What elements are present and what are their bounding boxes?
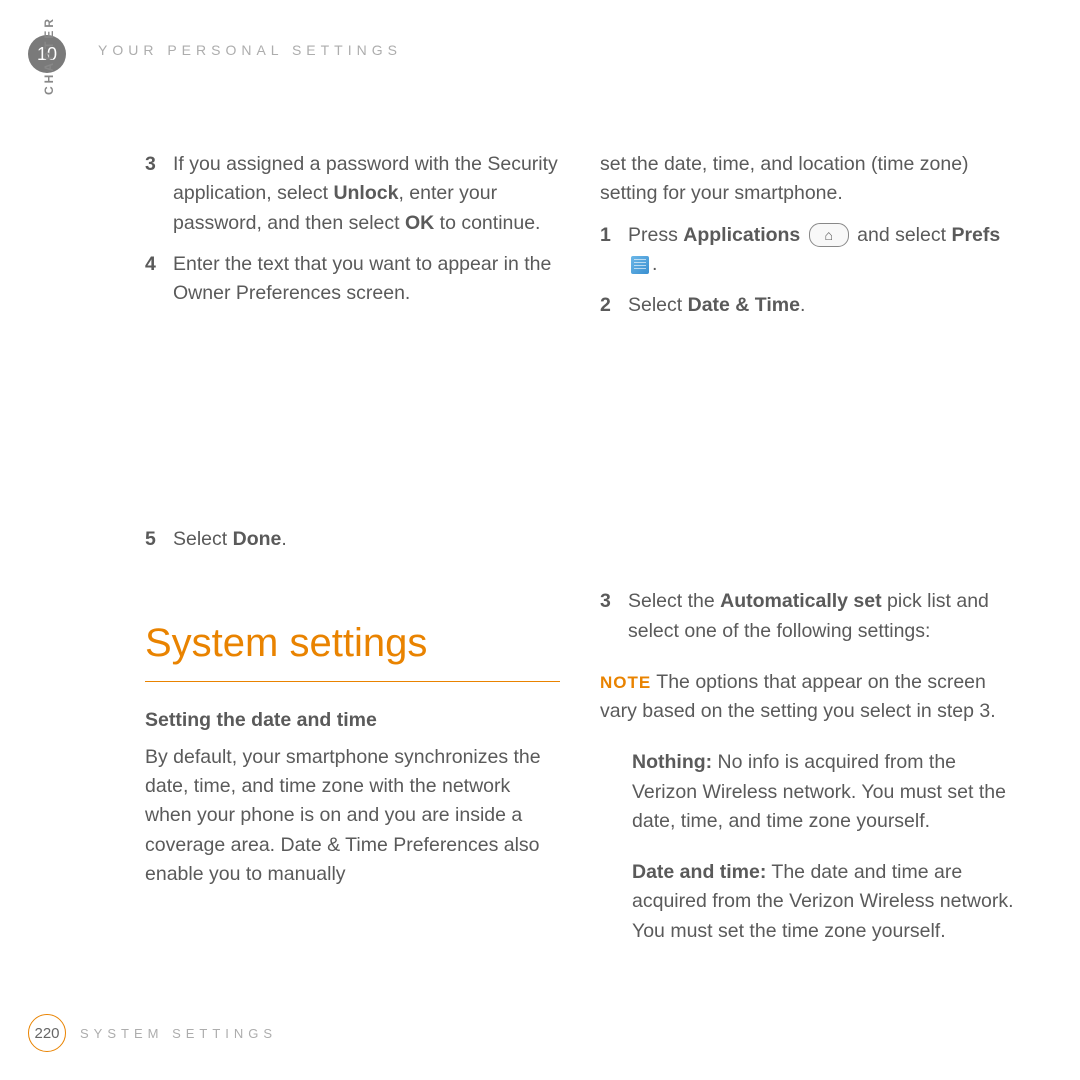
step-number: 1	[600, 221, 628, 280]
term: Nothing:	[632, 751, 712, 773]
text: .	[800, 294, 805, 316]
step-3-right: 3 Select the Automatically set pick list…	[600, 587, 1015, 646]
text: Select the	[628, 590, 720, 612]
bold-auto-set: Automatically set	[720, 590, 881, 612]
bold-done: Done	[233, 528, 282, 550]
step-3: 3 If you assigned a password with the Se…	[145, 150, 560, 238]
text: Press	[628, 224, 683, 246]
term: Date and time:	[632, 861, 766, 883]
right-column: set the date, time, and location (time z…	[600, 150, 1015, 960]
bold-applications: Applications	[683, 224, 800, 246]
step-number: 5	[145, 525, 173, 554]
note-block: NOTE The options that appear on the scre…	[600, 668, 1015, 727]
screenshot-placeholder	[600, 332, 1015, 587]
page-footer: 220 SYSTEM SETTINGS	[28, 1014, 277, 1052]
left-column: 3 If you assigned a password with the Se…	[145, 150, 560, 960]
section-heading: System settings	[145, 613, 560, 682]
bold-unlock: Unlock	[333, 182, 398, 204]
text: Select	[173, 528, 233, 550]
page-number: 220	[28, 1014, 66, 1052]
step-2: 2 Select Date & Time.	[600, 291, 1015, 320]
step-body: Select Done.	[173, 525, 560, 554]
step-body: Press Applications ⌂ and select Prefs .	[628, 221, 1015, 280]
step-number: 3	[600, 587, 628, 646]
definition-date-time: Date and time: The date and time are acq…	[632, 858, 1015, 946]
step-5: 5 Select Done.	[145, 525, 560, 554]
text: .	[281, 528, 286, 550]
bold-prefs: Prefs	[951, 224, 1000, 246]
note-text: The options that appear on the screen va…	[600, 671, 996, 722]
step-body: If you assigned a password with the Secu…	[173, 150, 560, 238]
step-body: Select the Automatically set pick list a…	[628, 587, 1015, 646]
text: .	[652, 253, 657, 275]
step-number: 3	[145, 150, 173, 238]
step-4: 4 Enter the text that you want to appear…	[145, 250, 560, 309]
intro-paragraph: By default, your smartphone synchronizes…	[145, 743, 560, 889]
step-number: 4	[145, 250, 173, 309]
note-label: NOTE	[600, 673, 651, 692]
text: and select	[857, 224, 951, 246]
bold-ok: OK	[405, 212, 434, 234]
text: to continue.	[434, 212, 540, 234]
step-body: Enter the text that you want to appear i…	[173, 250, 560, 309]
page-header-title: YOUR PERSONAL SETTINGS	[98, 42, 402, 58]
chapter-label: CHAPTER	[42, 16, 56, 95]
prefs-icon	[631, 256, 649, 274]
content-columns: 3 If you assigned a password with the Se…	[145, 150, 1015, 960]
step-number: 2	[600, 291, 628, 320]
subsection-heading: Setting the date and time	[145, 706, 560, 735]
continuation-paragraph: set the date, time, and location (time z…	[600, 150, 1015, 209]
bold-date-time: Date & Time	[688, 294, 800, 316]
step-1: 1 Press Applications ⌂ and select Prefs …	[600, 221, 1015, 280]
screenshot-placeholder	[145, 320, 560, 525]
step-body: Select Date & Time.	[628, 291, 1015, 320]
definition-nothing: Nothing: No info is acquired from the Ve…	[632, 748, 1015, 836]
text: Select	[628, 294, 688, 316]
home-key-icon: ⌂	[809, 223, 849, 247]
footer-title: SYSTEM SETTINGS	[80, 1026, 277, 1041]
